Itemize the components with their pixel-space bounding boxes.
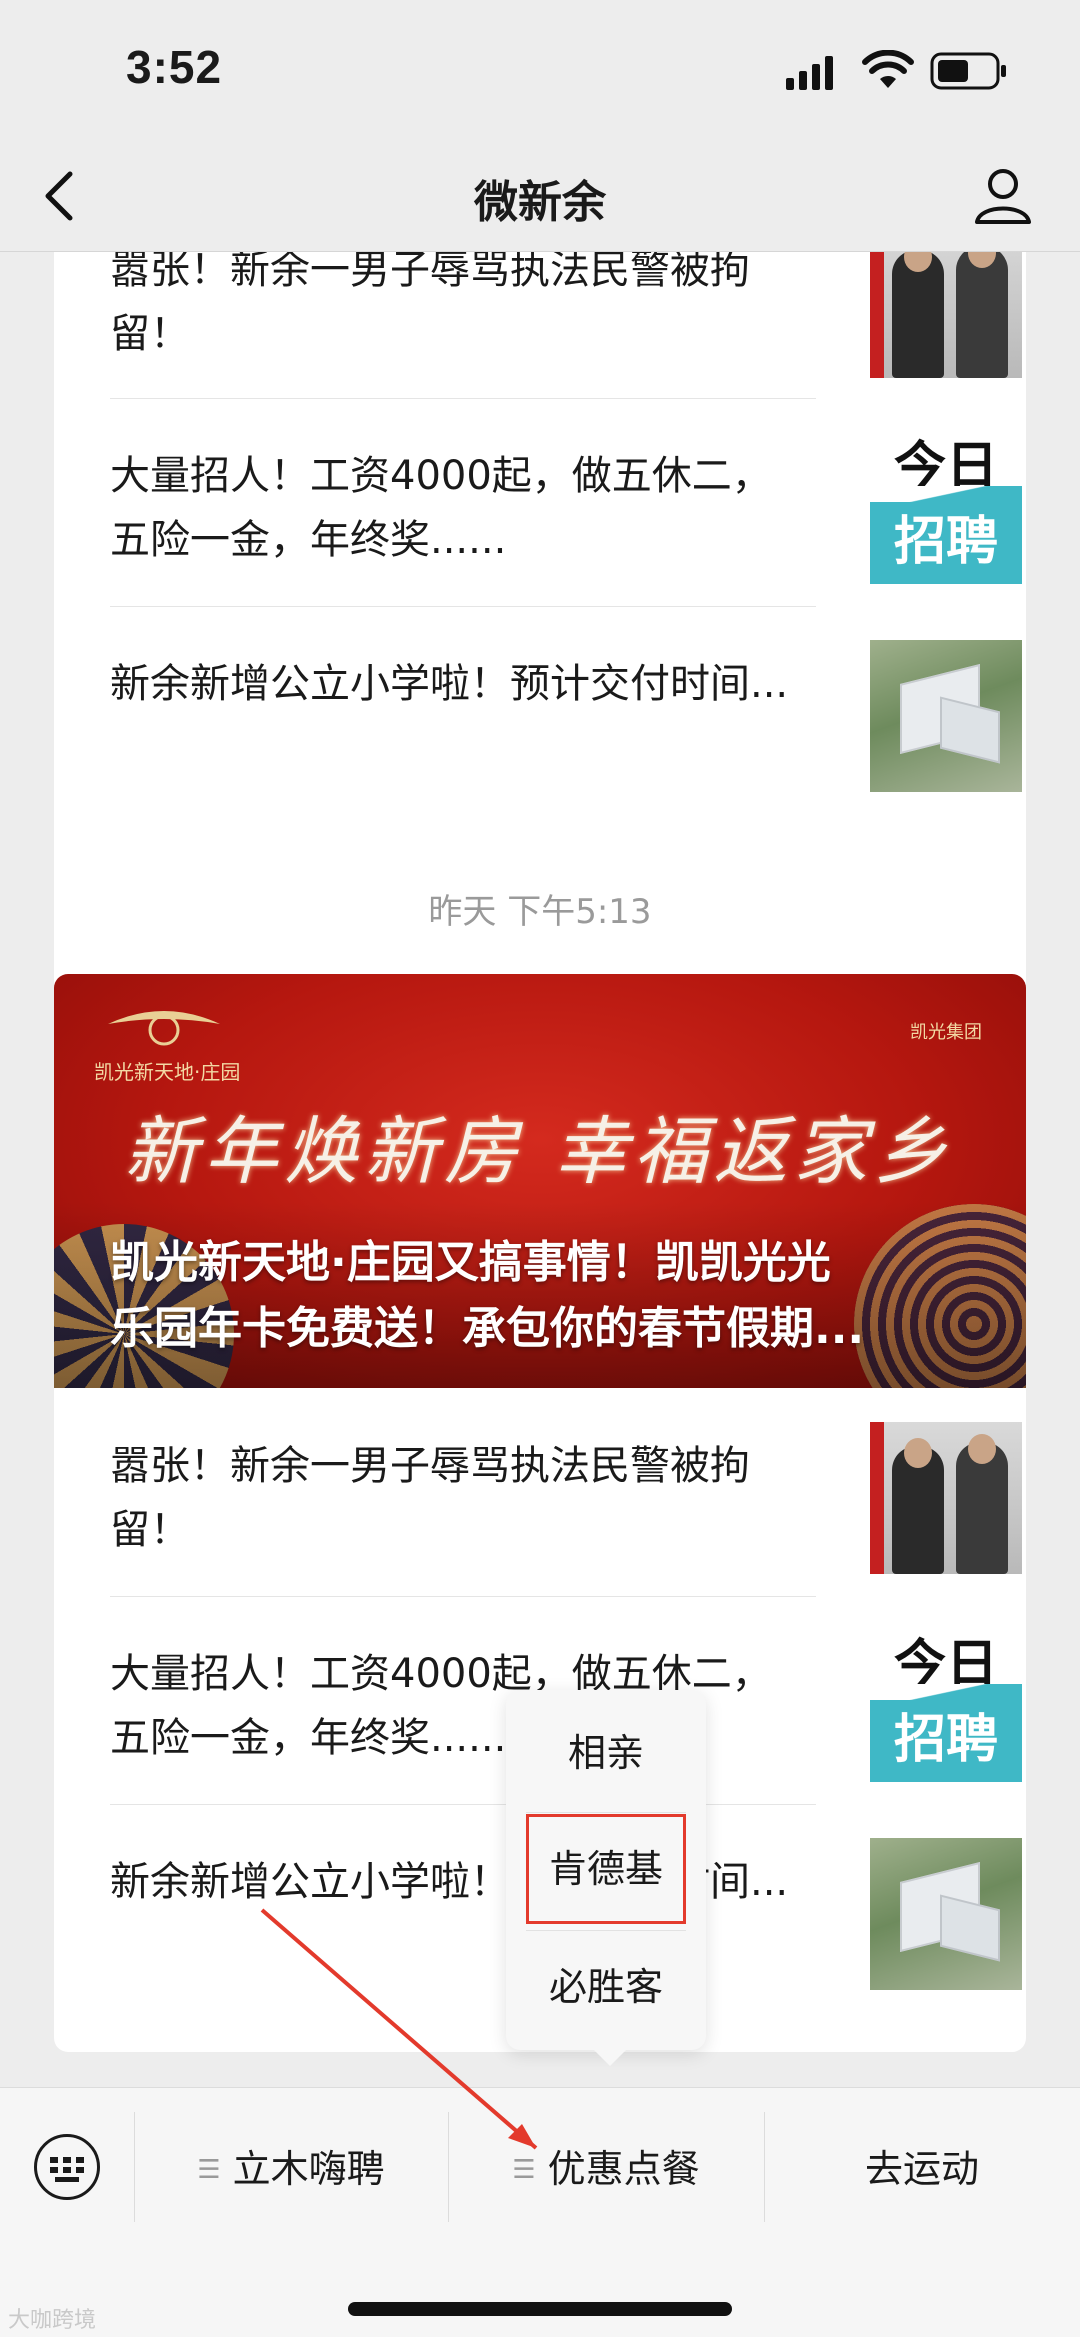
submenu-item-pizzahut[interactable]: 必胜客 (506, 1932, 706, 2042)
article-thumbnail: 今日 招聘 (870, 1630, 1022, 1782)
menu-item-label: 立木嗨聘 (232, 2147, 385, 2191)
status-time: 3:52 (126, 41, 223, 93)
article-thumbnail (870, 1838, 1022, 1990)
submenu-item-xiangqin[interactable]: 相亲 (506, 1698, 706, 1808)
status-bar: 3:52 (0, 0, 1080, 140)
wifi-icon (862, 50, 914, 88)
profile-icon[interactable] (972, 164, 1034, 226)
cover-headline-line: 乐园年卡免费送！承包你的春节假期... (110, 1303, 865, 1354)
article-list-item[interactable]: 嚣张！新余一男子辱骂执法民警被拘留！ (110, 252, 1022, 398)
keyboard-toggle-button[interactable] (34, 2134, 100, 2200)
annotation-highlight-box (526, 1814, 686, 1924)
article-thumbnail (870, 640, 1022, 792)
menu-item-limu-recruit[interactable]: ☰ 立木嗨聘 (134, 2114, 448, 2224)
home-indicator[interactable] (348, 2302, 732, 2316)
brand-logo-icon (108, 1011, 220, 1046)
menu-item-exercise[interactable]: 去运动 (764, 2114, 1080, 2224)
submenu-indicator-icon: ☰ (197, 2155, 221, 2185)
article-thumbnail (870, 1422, 1022, 1574)
submenu-popup: 相亲 肯德基 必胜客 (506, 1690, 706, 2066)
article-list-item[interactable]: 嚣张！新余一男子辱骂执法民警被拘留！ (110, 1388, 1022, 1594)
navigation-bar: 微新余 (0, 140, 1080, 252)
article-title: 新余新增公立小学啦！预计交付时间... (110, 661, 789, 707)
banner-slogan: 新年焕新房 幸福返家乡 (124, 1109, 954, 1195)
thumbnail-text-bottom: 招聘 (870, 486, 1022, 584)
corp-logo-text: 凯光集团 (910, 1022, 982, 1043)
cover-headline: 凯光新天地·庄园又搞事情！凯凯光光 乐园年卡免费送！承包你的春节假期... (110, 1230, 1020, 1362)
brand-logo-text: 凯光新天地·庄园 (94, 1060, 241, 1084)
message-timestamp: 昨天 下午5:13 (428, 892, 652, 932)
article-card[interactable]: 嚣张！新余一男子辱骂执法民警被拘留！ 大量招人！工资4000起，做五休二，五险一… (54, 252, 1026, 1070)
menu-item-discount-order[interactable]: ☰ 优惠点餐 (448, 2114, 764, 2224)
article-list-item[interactable]: 大量招人！工资4000起，做五休二，五险一金，年终奖...... 今日 招聘 (110, 398, 1022, 604)
article-thumbnail: 今日 招聘 (870, 432, 1022, 584)
watermark-text: 大咖跨境 (8, 2308, 97, 2333)
cover-headline-line: 凯光新天地·庄园又搞事情！凯凯光光 (110, 1237, 831, 1288)
menu-item-label: 优惠点餐 (547, 2147, 700, 2191)
article-title: 大量招人！工资4000起，做五休二，五险一金，年终奖...... (110, 453, 772, 563)
article-thumbnail (870, 252, 1022, 378)
menu-item-label: 去运动 (864, 2147, 979, 2191)
submenu-indicator-icon: ☰ (512, 2155, 536, 2185)
keyboard-icon (50, 2157, 84, 2182)
battery-icon (930, 52, 1006, 90)
article-list-item[interactable]: 新余新增公立小学啦！预计交付时间... (110, 606, 1022, 812)
article-title: 嚣张！新余一男子辱骂执法民警被拘留！ (110, 1443, 750, 1553)
page-title: 微新余 (474, 177, 606, 228)
article-title: 嚣张！新余一男子辱骂执法民警被拘留！ (110, 252, 750, 357)
thumbnail-text-bottom: 招聘 (870, 1684, 1022, 1782)
bottom-menu-bar: ☰ 立木嗨聘 ☰ 优惠点餐 去运动 (0, 2087, 1080, 2337)
cellular-signal-icon (786, 56, 833, 90)
cover-banner[interactable]: 凯光新天地·庄园 凯光集团 新年焕新房 幸福返家乡 凯光新天地·庄园又搞事情！凯… (54, 974, 1026, 1388)
